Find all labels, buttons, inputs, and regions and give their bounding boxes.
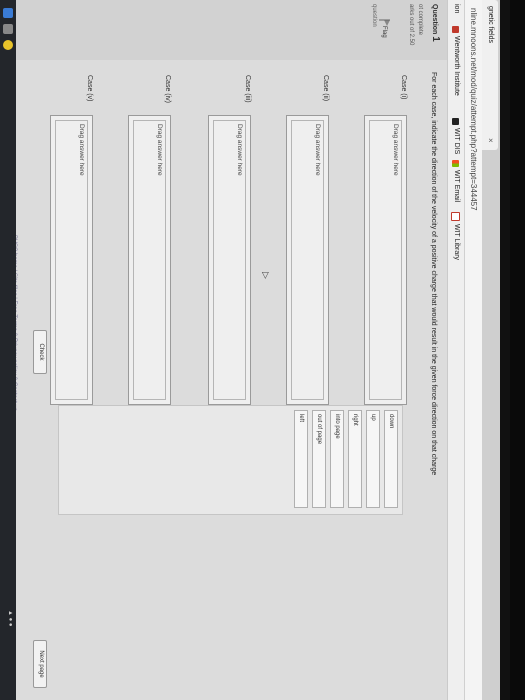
drop-zone-case-2[interactable]: Drag answer here xyxy=(286,115,329,405)
answer-options-panel: down up right into page out of page left xyxy=(58,405,403,515)
drop-zone-placeholder: Drag answer here xyxy=(78,124,85,176)
option-right[interactable]: right xyxy=(348,410,362,508)
address-bar[interactable]: nline.mnoons.net/mod/quiz/attempt.php?at… xyxy=(464,0,482,700)
start-icon[interactable] xyxy=(3,8,13,18)
option-out-of-page[interactable]: out of page xyxy=(312,410,326,508)
case-label-5: Case (v) xyxy=(86,75,93,102)
case-label-1: Case (i) xyxy=(400,75,407,100)
question-title: Question 1 xyxy=(430,4,441,42)
quiz-content: Question 1 ot complete arks out of 2.50 … xyxy=(0,0,447,700)
drop-zone-placeholder: Drag answer here xyxy=(314,124,321,176)
system-tray: ▲ ● ● xyxy=(7,610,13,627)
flag-question-sub: question xyxy=(371,4,377,27)
option-left[interactable]: left xyxy=(294,410,308,508)
bookmarks-bar: ion Wentworth Institute WIT DIS WIT Emai… xyxy=(447,0,464,700)
drop-zone-placeholder: Drag answer here xyxy=(236,124,243,176)
drop-zone-placeholder: Drag answer here xyxy=(392,124,399,176)
question-info-panel: Question 1 ot complete arks out of 2.50 … xyxy=(7,0,447,60)
mouse-cursor-icon: ▷ xyxy=(261,272,271,279)
url-text: nline.mnoons.net/mod/quiz/attempt.php?at… xyxy=(469,8,478,211)
drop-zone-case-1[interactable]: Drag answer here xyxy=(364,115,407,405)
case-label-3: Case (iii) xyxy=(244,75,251,103)
os-taskbar: ▲ ● ● xyxy=(0,0,16,700)
wit-dis-icon xyxy=(452,118,460,125)
option-down[interactable]: down xyxy=(384,410,398,508)
chrome-icon[interactable] xyxy=(3,40,13,50)
question-text: For each case, indicate the direction of… xyxy=(430,72,437,476)
bookmark-apps[interactable]: ion xyxy=(448,4,464,13)
email-icon xyxy=(452,160,460,167)
browser-window: gnetic fields × nline.mnoons.net/mod/qui… xyxy=(0,0,500,700)
app-icon[interactable] xyxy=(3,24,13,34)
wentworth-icon xyxy=(452,26,460,33)
bookmark-wentworth[interactable]: Wentworth Institute xyxy=(448,26,464,96)
question-status: ot complete xyxy=(417,4,423,36)
bookmark-wit-library[interactable]: WIT Library xyxy=(448,212,464,260)
check-button[interactable]: Check xyxy=(33,330,47,374)
tab-bar: gnetic fields × xyxy=(482,0,500,700)
case-label-4: Case (iv) xyxy=(164,75,171,104)
option-up[interactable]: up xyxy=(366,410,380,508)
drop-zone-case-4[interactable]: Drag answer here xyxy=(128,115,171,405)
question-marks: arks out of 2.50 xyxy=(408,4,414,46)
case-label-2: Case (ii) xyxy=(322,75,329,102)
library-icon xyxy=(451,212,461,221)
flag-question-link[interactable]: Flag xyxy=(381,26,387,38)
option-into-page[interactable]: into page xyxy=(330,410,344,508)
drop-zone-case-3[interactable]: Drag answer here xyxy=(208,115,251,405)
tab-title: gnetic fields xyxy=(487,6,494,43)
drop-zone-placeholder: Drag answer here xyxy=(156,124,163,176)
next-page-button[interactable]: Next page xyxy=(33,640,47,688)
bookmark-wit-dis[interactable]: WIT DIS xyxy=(448,118,464,154)
browser-tab[interactable]: gnetic fields × xyxy=(482,0,498,150)
bookmark-wit-email[interactable]: WIT Email xyxy=(448,160,464,202)
photo-screen: gnetic fields × nline.mnoons.net/mod/qui… xyxy=(0,0,510,700)
drop-zone-case-5[interactable]: Drag answer here xyxy=(50,115,93,405)
close-tab-icon[interactable]: × xyxy=(482,138,498,143)
